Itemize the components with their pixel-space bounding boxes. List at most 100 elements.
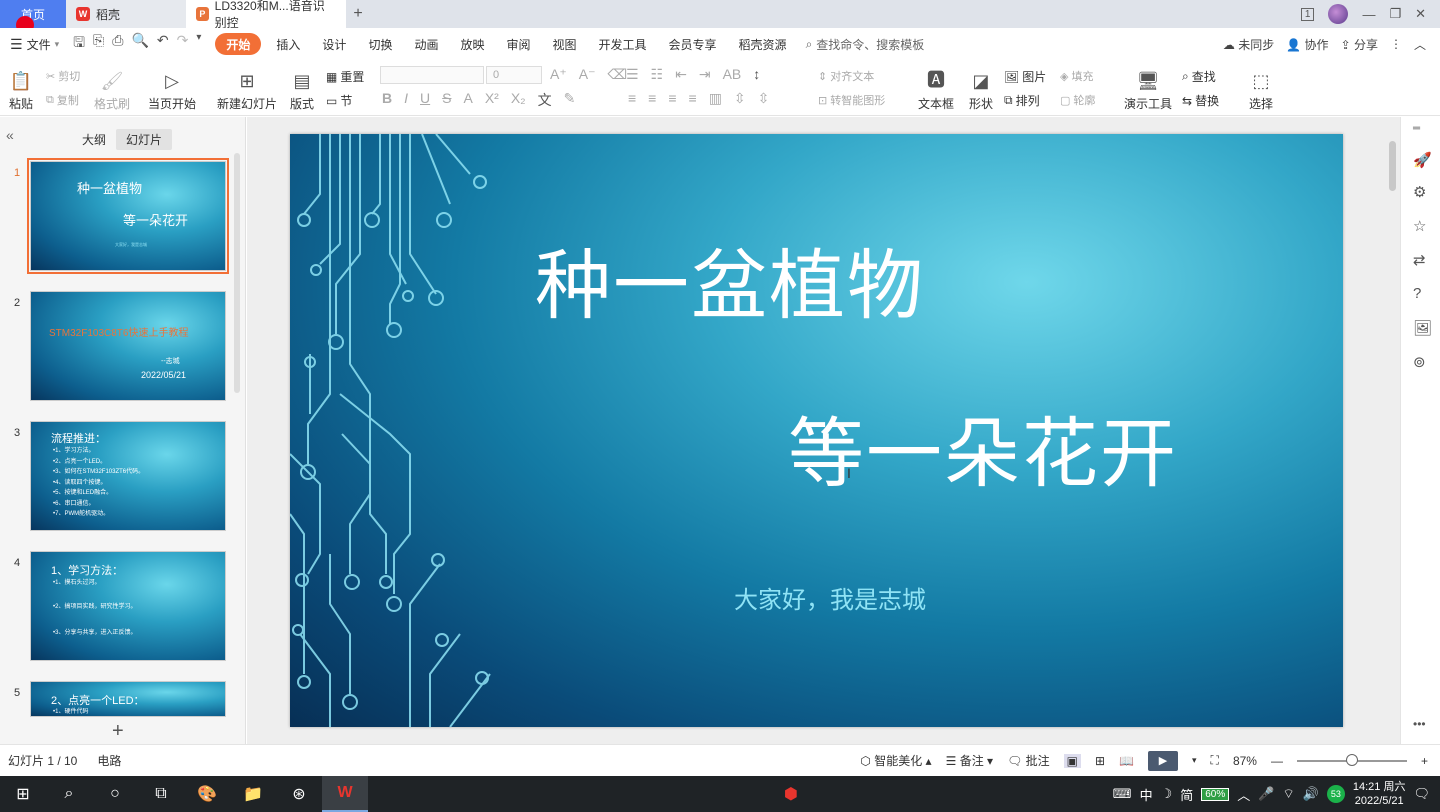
font-color-icon[interactable]: A xyxy=(463,90,472,110)
avatar[interactable] xyxy=(1328,4,1349,24)
zoom-in-icon[interactable]: + xyxy=(1421,754,1428,768)
select-button[interactable]: ⬚ 选择 xyxy=(1244,64,1278,112)
add-slide-button[interactable]: + xyxy=(112,720,124,743)
chevron-up-icon[interactable]: ︿ xyxy=(1237,785,1250,804)
redo-icon[interactable]: ↷ xyxy=(177,32,189,56)
normal-view-icon[interactable]: ▣ xyxy=(1063,753,1081,768)
battery-indicator[interactable]: 60% xyxy=(1201,787,1230,801)
align-right-icon[interactable]: ≡ xyxy=(668,90,676,107)
play-options-icon[interactable]: ▾ xyxy=(1192,755,1197,766)
para-spacing-icon[interactable]: ⇳ xyxy=(734,90,746,107)
indent-icon[interactable]: ⇥ xyxy=(699,66,711,83)
app-icon[interactable]: ⊛ xyxy=(276,776,322,812)
play-from-current-button[interactable]: ▷ 当页开始 xyxy=(144,64,200,112)
replace-button[interactable]: ⇆ 替换 xyxy=(1182,92,1219,109)
share-button[interactable]: ⇪ 分享 xyxy=(1341,36,1378,53)
menu-tab-view[interactable]: 视图 xyxy=(542,33,588,55)
subscript-icon[interactable]: X₂ xyxy=(511,90,526,110)
search-icon[interactable]: ⌕ xyxy=(46,776,92,812)
menu-tab-developer[interactable]: 开发工具 xyxy=(588,33,658,55)
outdent-icon[interactable]: ⇤ xyxy=(675,66,687,83)
text-case-icon[interactable]: AB xyxy=(723,66,742,83)
justify-icon[interactable]: ≡ xyxy=(689,90,697,107)
menu-tab-animation[interactable]: 动画 xyxy=(403,33,449,55)
zoom-level[interactable]: 87% xyxy=(1233,754,1257,768)
zoom-slider-knob[interactable] xyxy=(1345,753,1358,766)
restore-icon[interactable]: ❐ xyxy=(1389,6,1401,22)
menu-tab-home[interactable]: 开始 xyxy=(215,33,262,55)
task-view-icon[interactable]: ⧉ xyxy=(138,776,184,812)
export-pdf-icon[interactable]: ⎘ xyxy=(93,32,104,56)
notification-count[interactable]: 53 xyxy=(1326,785,1345,803)
tab-document[interactable]: P LD3320和M...语音识别控 xyxy=(186,0,346,30)
zoom-out-icon[interactable]: — xyxy=(1271,754,1283,768)
rocket-icon[interactable]: 🚀 xyxy=(1413,151,1432,169)
beautify-button[interactable]: ⬡ 智能美化 ▴ xyxy=(860,752,931,769)
file-menu[interactable]: ☰ 文件 ▾ xyxy=(10,36,59,53)
transform-icon[interactable]: ⇄ xyxy=(1413,251,1426,269)
sorter-view-icon[interactable]: ⊞ xyxy=(1095,754,1105,768)
cortana-icon[interactable]: ○ xyxy=(92,776,138,812)
bullet-list-icon[interactable]: ☰ xyxy=(626,66,639,83)
presentation-tools-button[interactable]: 🖥 演示工具 xyxy=(1120,64,1176,112)
wps-office-icon[interactable]: W xyxy=(322,776,368,812)
menu-tab-insert[interactable]: 插入 xyxy=(265,33,311,55)
star-icon[interactable]: ☆ xyxy=(1413,217,1426,235)
collaborate-button[interactable]: 👤 协作 xyxy=(1286,36,1328,53)
more-icon[interactable]: ••• xyxy=(1413,717,1426,731)
help-icon[interactable]: ? xyxy=(1413,285,1421,302)
tab-docer[interactable]: W 稻壳 xyxy=(66,0,186,28)
print-icon[interactable]: ⎙ xyxy=(112,32,123,56)
section-button[interactable]: ▭ 节 xyxy=(326,92,352,109)
notes-button[interactable]: ☰ 备注 ▾ xyxy=(946,752,993,769)
navigation-icon[interactable]: ⊚ xyxy=(1413,353,1426,371)
sync-button[interactable]: ☁ 未同步 xyxy=(1223,36,1274,53)
slide-thumbnail-5[interactable]: 2、点亮一个LED： •1、硬件代码 xyxy=(30,681,226,717)
outline-button[interactable]: ▢ 轮廓 xyxy=(1060,92,1095,108)
find-button[interactable]: ⌕ 查找 xyxy=(1182,68,1216,85)
textbox-button[interactable]: 🅰 文本框 xyxy=(914,64,958,112)
command-search[interactable]: ⌕ 查找命令、搜索模板 xyxy=(806,36,925,53)
slide-thumbnail-3[interactable]: 流程推进： •1、学习方法。 •2、点亮一个LED。 •3、如何在STM32F1… xyxy=(30,421,226,531)
highlight-icon[interactable]: ✎ xyxy=(564,90,576,110)
collapse-panel-icon[interactable]: « xyxy=(6,127,14,143)
slide-title[interactable]: 种一盆植物 xyxy=(535,224,925,334)
cut-button[interactable]: ✂ 剪切 xyxy=(46,68,80,84)
slide-thumbnail-1[interactable]: 种一盆植物 等一朵花开 大家好，我是志城 xyxy=(27,158,229,274)
canvas-scrollbar[interactable] xyxy=(1387,121,1397,736)
action-center-icon[interactable]: 🗨 xyxy=(1413,786,1430,802)
slide-thumbnail-4[interactable]: 1、学习方法： •1、摸石头过河。 •2、搞项目实践，研究性学习。 •3、分享与… xyxy=(30,551,226,661)
collapse-ribbon-icon[interactable]: ︿ xyxy=(1414,36,1426,53)
more-icon[interactable]: ⋮ xyxy=(1390,37,1402,51)
app-tray-icon[interactable]: ⬢ xyxy=(768,776,814,812)
close-icon[interactable]: ✕ xyxy=(1415,6,1426,22)
keyboard-icon[interactable]: ⌨ xyxy=(1113,786,1132,802)
wifi-icon[interactable]: ⌔ xyxy=(1282,786,1294,802)
clock[interactable]: 14:21 周六 2022/5/21 xyxy=(1353,780,1406,808)
arrange-button[interactable]: ⧉ 排列 xyxy=(1004,92,1040,109)
bold-icon[interactable]: B xyxy=(382,90,392,110)
line-spacing-icon[interactable]: ↕ xyxy=(753,66,760,83)
distribute-icon[interactable]: ▥ xyxy=(709,90,722,107)
slide-greeting[interactable]: 大家好，我是志城 xyxy=(734,580,926,615)
windows-start-icon[interactable]: ⊞ xyxy=(0,776,46,812)
tab-outline[interactable]: 大纲 xyxy=(72,129,116,150)
image-tools-icon[interactable]: 🖼 xyxy=(1413,319,1432,337)
strikethrough-icon[interactable]: S xyxy=(442,90,451,110)
numbered-list-icon[interactable]: ☷ xyxy=(651,66,664,83)
tab-slides[interactable]: 幻灯片 xyxy=(116,129,173,150)
align-text-button[interactable]: ⇕ 对齐文本 xyxy=(818,68,874,84)
shape-button[interactable]: ◪ 形状 xyxy=(964,64,998,112)
line-spacing-2-icon[interactable]: ⇳ xyxy=(758,90,770,107)
fill-button[interactable]: ◈ 填充 xyxy=(1060,68,1093,84)
new-slide-button[interactable]: ⊞ 新建幻灯片 xyxy=(214,64,280,112)
slide-thumbnail-2[interactable]: STM32F103C8T6快速上手教程 --志城 2022/05/21 xyxy=(30,291,226,401)
customize-icon[interactable]: ▾ xyxy=(196,32,201,56)
home-tab[interactable]: 首页 xyxy=(0,0,66,34)
comments-button[interactable]: 🗨 批注 xyxy=(1007,752,1050,769)
menu-tab-transition[interactable]: 切换 xyxy=(357,33,403,55)
play-slideshow-button[interactable]: ▶ xyxy=(1148,750,1179,771)
file-explorer-icon[interactable]: 📁 xyxy=(230,776,276,812)
microphone-icon[interactable]: 🎤 xyxy=(1258,786,1274,802)
print-preview-icon[interactable]: 🔍 xyxy=(131,32,148,56)
